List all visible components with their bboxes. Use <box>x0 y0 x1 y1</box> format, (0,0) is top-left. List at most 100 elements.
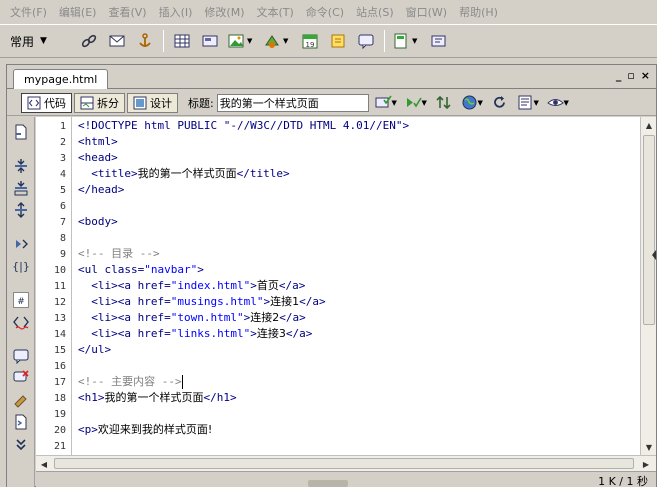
layer-icon <box>202 35 218 47</box>
scroll-down-icon[interactable]: ▼ <box>641 439 657 455</box>
code-editor[interactable]: 1 <!DOCTYPE html PUBLIC "-//W3C//DTD HTML… <box>36 117 640 455</box>
chevron-down-icon: ▼ <box>563 98 569 107</box>
refresh-button[interactable] <box>489 93 511 113</box>
menu-text[interactable]: 文本(T) <box>250 4 299 20</box>
code-attr: href= <box>137 311 171 324</box>
code-value: "index.html" <box>170 279 251 292</box>
select-parent-tag-button[interactable] <box>12 235 30 253</box>
browser-check-button[interactable]: ▼ <box>373 93 399 113</box>
code-text: 连接2 <box>250 311 280 324</box>
line-number: 12 <box>53 297 66 308</box>
horizontal-scrollbar[interactable]: ◀ ▶ <box>36 455 656 471</box>
templates-button[interactable]: ▼ <box>392 30 422 52</box>
visual-aids-button[interactable]: ▼ <box>545 93 571 113</box>
coding-toolbar: {|} # <box>7 117 35 487</box>
close-icon[interactable]: × <box>641 69 650 82</box>
code-text: 我的第一个样式页面 <box>137 167 237 180</box>
calendar-icon: 19 <box>302 34 318 49</box>
code-line: 10 <ul class="navbar"> <box>36 262 640 278</box>
title-input[interactable] <box>216 93 369 112</box>
recent-snippets-button[interactable] <box>12 413 30 431</box>
code-tag: </title> <box>236 167 290 180</box>
code-tag: <ul <box>78 263 105 276</box>
menu-file[interactable]: 文件(F) <box>4 4 53 20</box>
line-numbers-button[interactable]: # <box>12 291 30 309</box>
collapse-full-tag-button[interactable] <box>12 157 30 175</box>
restore-icon[interactable]: ▫ <box>627 69 634 82</box>
line-number: 2 <box>59 137 66 148</box>
code-line: 20 <p>欢迎来到我的样式页面! <box>36 422 640 438</box>
tag-chooser-button[interactable] <box>355 30 377 52</box>
tag-library-button[interactable] <box>428 30 450 52</box>
file-management-button[interactable] <box>433 93 455 113</box>
vertical-scroll-thumb[interactable] <box>643 135 655 325</box>
menu-site[interactable]: 站点(S) <box>350 4 400 20</box>
panel-splitter-handle[interactable] <box>308 480 348 487</box>
design-view-button[interactable]: 设计 <box>127 92 178 113</box>
scroll-right-icon[interactable]: ▶ <box>638 456 654 472</box>
remove-comment-button[interactable] <box>12 369 30 387</box>
menu-commands[interactable]: 命令(C) <box>300 4 350 20</box>
apply-comment-button[interactable] <box>12 347 30 365</box>
named-anchor-button[interactable] <box>134 30 156 52</box>
minimize-icon[interactable]: _ <box>616 69 622 82</box>
wrap-tag-button[interactable] <box>12 391 30 409</box>
code-tag: > <box>197 263 204 276</box>
design-view-icon <box>133 96 147 109</box>
code-tag: <li><a <box>78 279 138 292</box>
svg-text:19: 19 <box>305 41 314 49</box>
validate-markup-button[interactable]: ▼ <box>403 93 429 113</box>
hyperlink-button[interactable] <box>78 30 100 52</box>
view-options-icon <box>518 95 532 110</box>
document-tab[interactable]: mypage.html <box>13 69 109 89</box>
menu-insert[interactable]: 插入(I) <box>153 4 199 20</box>
comment-button[interactable] <box>327 30 349 52</box>
balance-braces-button[interactable]: {|} <box>12 257 30 275</box>
email-icon <box>109 35 125 47</box>
menu-modify[interactable]: 修改(M) <box>198 4 250 20</box>
code-attr: href= <box>137 279 171 292</box>
view-options-button[interactable]: ▼ <box>515 93 541 113</box>
menu-edit[interactable]: 编辑(E) <box>53 4 103 20</box>
title-label: 标题: <box>188 96 214 110</box>
email-link-button[interactable] <box>106 30 128 52</box>
insert-category-dropdown[interactable]: 常用 ▼ <box>10 33 47 50</box>
svg-text:{|}: {|} <box>13 260 29 273</box>
horizontal-scroll-thumb[interactable] <box>54 458 634 469</box>
table-button[interactable] <box>171 30 193 52</box>
expand-all-button[interactable] <box>12 201 30 219</box>
image-button[interactable]: ▼ <box>227 30 257 52</box>
code-view-button[interactable]: 代码 <box>21 92 72 113</box>
panel-expander-handle[interactable] <box>651 240 657 270</box>
preview-browser-button[interactable]: ▼ <box>459 93 485 113</box>
code-line: 17 <!-- 主要内容 --> <box>36 374 640 390</box>
line-numbers-icon: # <box>13 292 29 308</box>
collapse-selection-button[interactable] <box>12 179 30 197</box>
code-line: 6 <box>36 198 640 214</box>
insert-toolbar: 常用 ▼ ▼ ▼ 19 ▼ <box>0 24 657 58</box>
code-text: <!DOCTYPE html PUBLIC "-//W3C//DTD HTML … <box>78 119 410 132</box>
media-button[interactable]: ▼ <box>263 30 293 52</box>
double-chevron-down-icon <box>16 439 26 451</box>
line-number: 11 <box>53 281 66 292</box>
menu-view[interactable]: 查看(V) <box>102 4 152 20</box>
code-tag: </a> <box>285 327 313 340</box>
code-tag: <li><a <box>78 295 138 308</box>
menu-window[interactable]: 窗口(W) <box>400 4 453 20</box>
more-tools-button[interactable] <box>12 435 30 453</box>
scroll-up-icon[interactable]: ▲ <box>641 117 657 133</box>
line-number: 7 <box>59 217 66 228</box>
scroll-left-icon[interactable]: ◀ <box>36 456 52 472</box>
line-number: 19 <box>53 409 66 420</box>
date-button[interactable]: 19 <box>299 30 321 52</box>
menu-help[interactable]: 帮助(H) <box>453 4 504 20</box>
layer-button[interactable] <box>199 30 221 52</box>
open-documents-button[interactable] <box>12 123 30 141</box>
split-view-button[interactable]: 拆分 <box>74 92 125 113</box>
chevron-down-icon: ▼ <box>246 37 253 45</box>
template-icon <box>394 33 407 49</box>
code-attr: class= <box>104 263 145 276</box>
highlight-invalid-code-button[interactable] <box>12 313 30 331</box>
vertical-scrollbar[interactable]: ▲ ▼ <box>640 117 656 455</box>
code-line: 3 <head> <box>36 150 640 166</box>
